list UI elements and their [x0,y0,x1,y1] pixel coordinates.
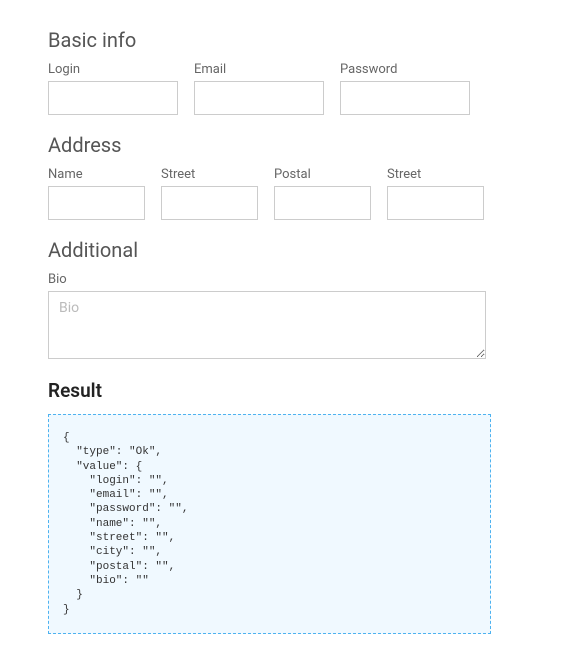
bio-label: Bio [48,272,515,287]
postal-field-group: Postal [274,167,371,220]
email-field-group: Email [194,62,324,115]
basic-fields-row: Login Email Password [48,62,515,115]
street2-field-group: Street [387,167,484,220]
result-heading: Result [48,379,515,402]
bio-textarea[interactable] [48,291,486,359]
password-label: Password [340,62,470,77]
street2-label: Street [387,167,484,182]
name-field-group: Name [48,167,145,220]
postal-label: Postal [274,167,371,182]
name-label: Name [48,167,145,182]
bio-field-group: Bio [48,272,515,359]
result-section: Result { "type": "Ok", "value": { "login… [48,379,515,634]
login-label: Login [48,62,178,77]
postal-input[interactable] [274,186,371,220]
street-input[interactable] [161,186,258,220]
address-heading: Address [48,133,515,157]
name-input[interactable] [48,186,145,220]
email-input[interactable] [194,81,324,115]
address-fields-row: Name Street Postal Street [48,167,515,220]
basic-info-section: Basic info Login Email Password [48,28,515,115]
street2-input[interactable] [387,186,484,220]
login-field-group: Login [48,62,178,115]
street-field-group: Street [161,167,258,220]
result-json-block: { "type": "Ok", "value": { "login": "", … [48,414,491,634]
street-label: Street [161,167,258,182]
additional-section: Additional Bio [48,238,515,359]
additional-heading: Additional [48,238,515,262]
login-input[interactable] [48,81,178,115]
basic-info-heading: Basic info [48,28,515,52]
address-section: Address Name Street Postal Street [48,133,515,220]
password-field-group: Password [340,62,470,115]
email-label: Email [194,62,324,77]
password-input[interactable] [340,81,470,115]
